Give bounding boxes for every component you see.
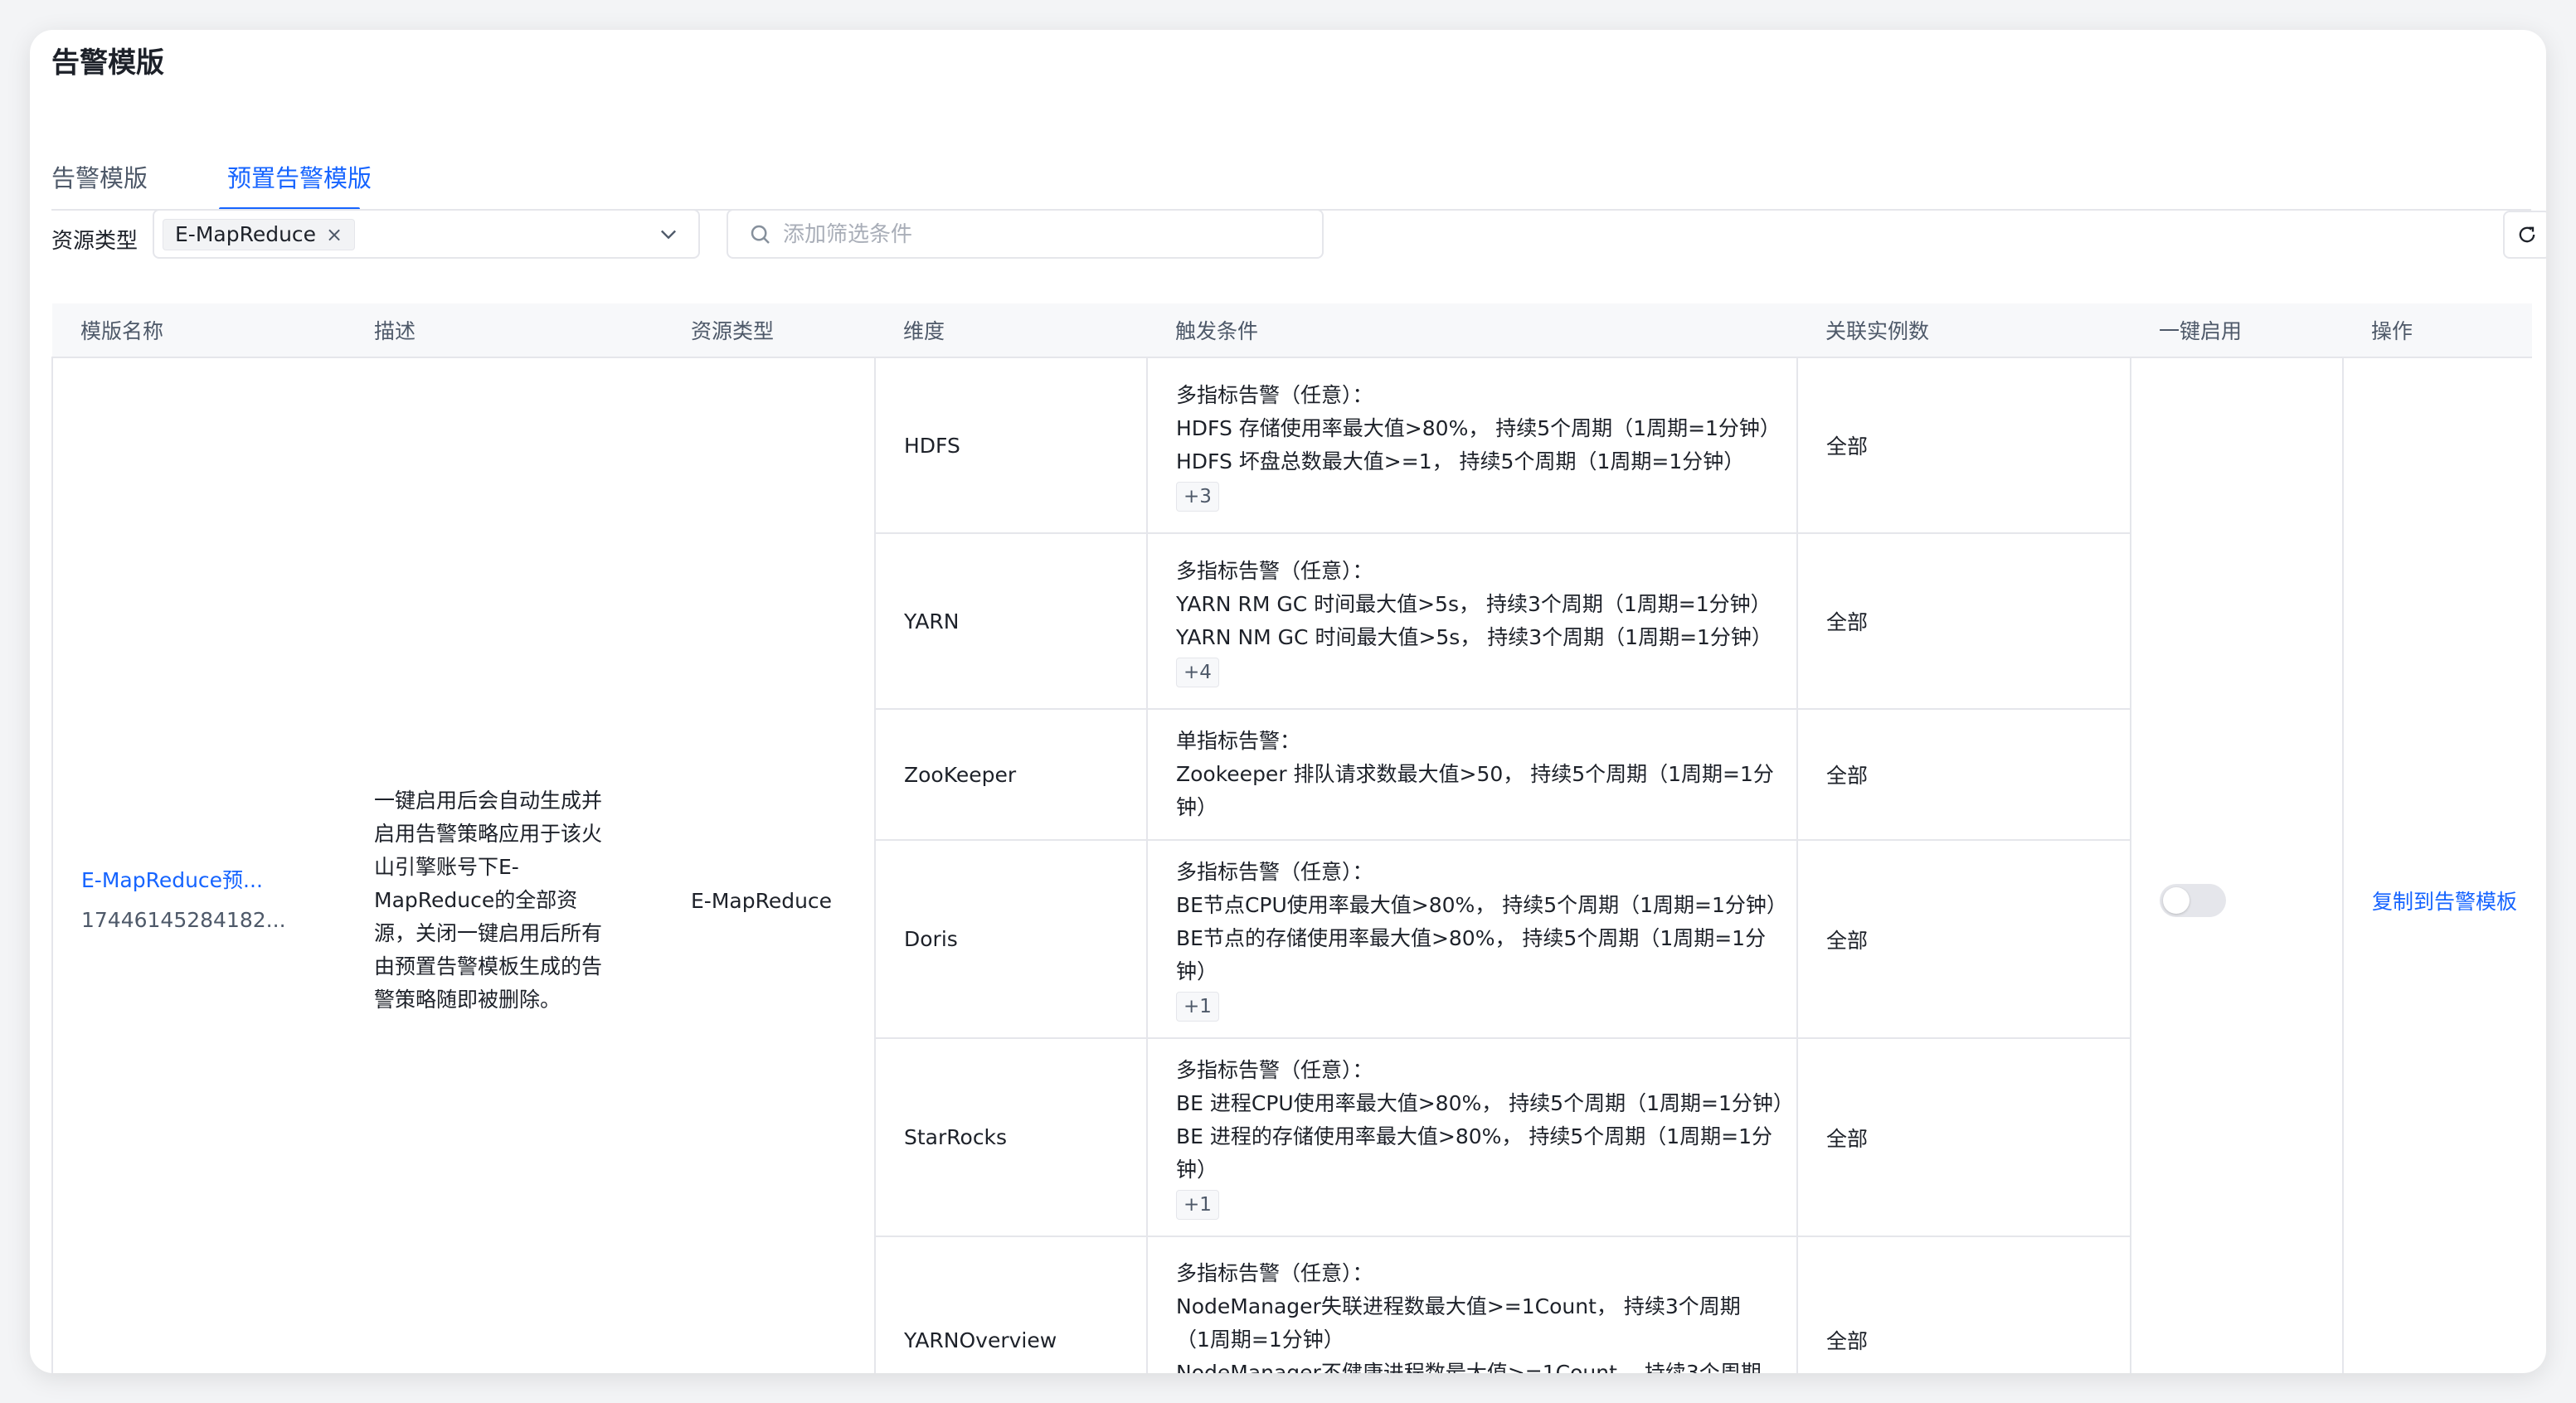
instance-count-cell: 全部 <box>1797 533 2131 710</box>
condition-line: YARN NM GC 时间最大值>5s， 持续3个周期（1周期=1分钟） <box>1176 624 1772 649</box>
table-header-row: 模版名称 描述 资源类型 维度 触发条件 关联实例数 一键启用 操作 <box>52 303 2532 358</box>
dimension-cell: YARNOverview <box>875 1236 1148 1373</box>
actions-cell: 复制到告警模板 <box>2343 357 2532 1373</box>
column-header-trigger-condition: 触发条件 <box>1147 303 1797 358</box>
more-conditions-tag[interactable]: +1 <box>1176 992 1219 1022</box>
condition-line: NodeManager不健康进程数最大值>=1Count， 持续3个周期（1周期… <box>1176 1361 1762 1373</box>
selected-resource-tag-label: E-MapReduce <box>175 222 317 246</box>
template-name-cell: E-MapReduce预... 17446145284182... <box>51 357 346 1373</box>
condition-type: 多指标告警（任意）： <box>1176 1261 1373 1285</box>
dimension-cell: HDFS <box>875 357 1148 534</box>
more-conditions-tag[interactable]: +1 <box>1176 1190 1219 1220</box>
condition-line: YARN RM GC 时间最大值>5s， 持续3个周期（1周期=1分钟） <box>1176 591 1772 616</box>
page-title: 告警模版 <box>51 46 164 80</box>
dimension-cell: ZooKeeper <box>875 709 1148 841</box>
condition-type: 多指标告警（任意）： <box>1176 860 1373 884</box>
condition-line: BE 进程的存储使用率最大值>80%， 持续5个周期（1周期=1分钟） <box>1176 1124 1773 1182</box>
column-header-actions: 操作 <box>2343 303 2532 358</box>
dimension-cell: StarRocks <box>875 1038 1148 1237</box>
column-header-description: 描述 <box>346 303 663 358</box>
trigger-condition-cell: 多指标告警（任意）： NodeManager失联进程数最大值>=1Count， … <box>1147 1236 1798 1373</box>
resource-type-label: 资源类型 <box>51 229 139 254</box>
instance-count-cell: 全部 <box>1797 357 2131 534</box>
column-header-name: 模版名称 <box>52 303 346 358</box>
refresh-icon <box>2519 226 2535 243</box>
trigger-condition-cell: 多指标告警（任意）： YARN RM GC 时间最大值>5s， 持续3个周期（1… <box>1147 533 1798 710</box>
instance-count-cell: 全部 <box>1797 840 2131 1039</box>
condition-type: 多指标告警（任意）： <box>1176 382 1373 407</box>
one-click-enable-toggle[interactable] <box>2160 884 2226 917</box>
more-conditions-tag[interactable]: +4 <box>1176 657 1219 687</box>
condition-line: Zookeeper 排队请求数最大值>50， 持续5个周期（1周期=1分钟） <box>1176 762 1774 819</box>
tab-alert-templates[interactable]: 告警模版 <box>51 159 148 194</box>
column-header-one-click-enable: 一键启用 <box>2131 303 2343 358</box>
resource-type-select[interactable]: E-MapReduce × <box>153 209 700 259</box>
filter-search-input[interactable] <box>781 216 1299 254</box>
trigger-condition-cell: 多指标告警（任意）： BE 进程CPU使用率最大值>80%， 持续5个周期（1周… <box>1147 1038 1798 1237</box>
toggle-knob <box>2163 887 2190 914</box>
one-click-enable-cell <box>2131 357 2344 1373</box>
condition-type: 多指标告警（任意）： <box>1176 1058 1373 1082</box>
condition-line: HDFS 存储使用率最大值>80%， 持续5个周期（1周期=1分钟） <box>1176 415 1781 440</box>
template-id: 17446145284182... <box>81 908 286 932</box>
template-resource-type: E-MapReduce <box>663 357 876 1373</box>
template-description-cell: 一键启用后会自动生成并启用告警策略应用于该火山引擎账号下E-MapReduce的… <box>346 357 663 1373</box>
instance-count-cell: 全部 <box>1797 1236 2131 1373</box>
column-header-resource-type: 资源类型 <box>663 303 875 358</box>
table-row: E-MapReduce预... 17446145284182... 一键启用后会… <box>51 357 2532 1373</box>
dimension-cell: YARN <box>875 533 1148 710</box>
condition-line: BE节点CPU使用率最大值>80%， 持续5个周期（1周期=1分钟） <box>1176 893 1787 917</box>
template-description: 一键启用后会自动生成并启用告警策略应用于该火山引擎账号下E-MapReduce的… <box>374 789 603 1012</box>
search-icon <box>751 225 770 244</box>
dimension-cell: Doris <box>875 840 1148 1039</box>
column-header-instance-count: 关联实例数 <box>1797 303 2131 358</box>
tag-close-icon[interactable]: × <box>326 220 343 250</box>
trigger-condition-cell: 多指标告警（任意）： BE节点CPU使用率最大值>80%， 持续5个周期（1周期… <box>1147 840 1798 1039</box>
condition-line: BE 进程CPU使用率最大值>80%， 持续5个周期（1周期=1分钟） <box>1176 1091 1794 1115</box>
chevron-down-icon[interactable] <box>657 222 680 245</box>
tab-preset-alert-templates[interactable]: 预置告警模版 <box>227 159 372 194</box>
column-header-dimension: 维度 <box>875 303 1147 358</box>
condition-line: NodeManager失联进程数最大值>=1Count， 持续3个周期（1周期=… <box>1176 1294 1741 1352</box>
refresh-button[interactable] <box>2503 211 2546 259</box>
instance-count-cell: 全部 <box>1797 1038 2131 1237</box>
instance-count-cell: 全部 <box>1797 709 2131 841</box>
template-name-link[interactable]: E-MapReduce预... <box>81 861 346 901</box>
condition-line: BE节点的存储使用率最大值>80%， 持续5个周期（1周期=1分钟） <box>1176 926 1767 983</box>
condition-type: 多指标告警（任意）： <box>1176 558 1373 583</box>
preset-template-table: 模版名称 描述 资源类型 维度 触发条件 关联实例数 一键启用 操作 E-Map… <box>51 303 2532 1373</box>
alert-template-window: 告警模版 告警模版 预置告警模版 资源类型 E-MapReduce × 添加筛选… <box>30 30 2546 1373</box>
tab-bar: 告警模版 预置告警模版 <box>51 129 2531 211</box>
trigger-condition-cell: 多指标告警（任意）： HDFS 存储使用率最大值>80%， 持续5个周期（1周期… <box>1147 357 1798 534</box>
filter-search-box[interactable] <box>727 209 1324 259</box>
trigger-condition-cell: 单指标告警： Zookeeper 排队请求数最大值>50， 持续5个周期（1周期… <box>1147 709 1798 841</box>
more-conditions-tag[interactable]: +3 <box>1176 481 1219 512</box>
condition-type: 单指标告警： <box>1176 729 1301 753</box>
copy-to-alert-template-link[interactable]: 复制到告警模板 <box>2372 890 2517 914</box>
selected-resource-tag: E-MapReduce × <box>163 219 356 250</box>
condition-line: HDFS 坏盘总数最大值>=1， 持续5个周期（1周期=1分钟） <box>1176 449 1745 473</box>
